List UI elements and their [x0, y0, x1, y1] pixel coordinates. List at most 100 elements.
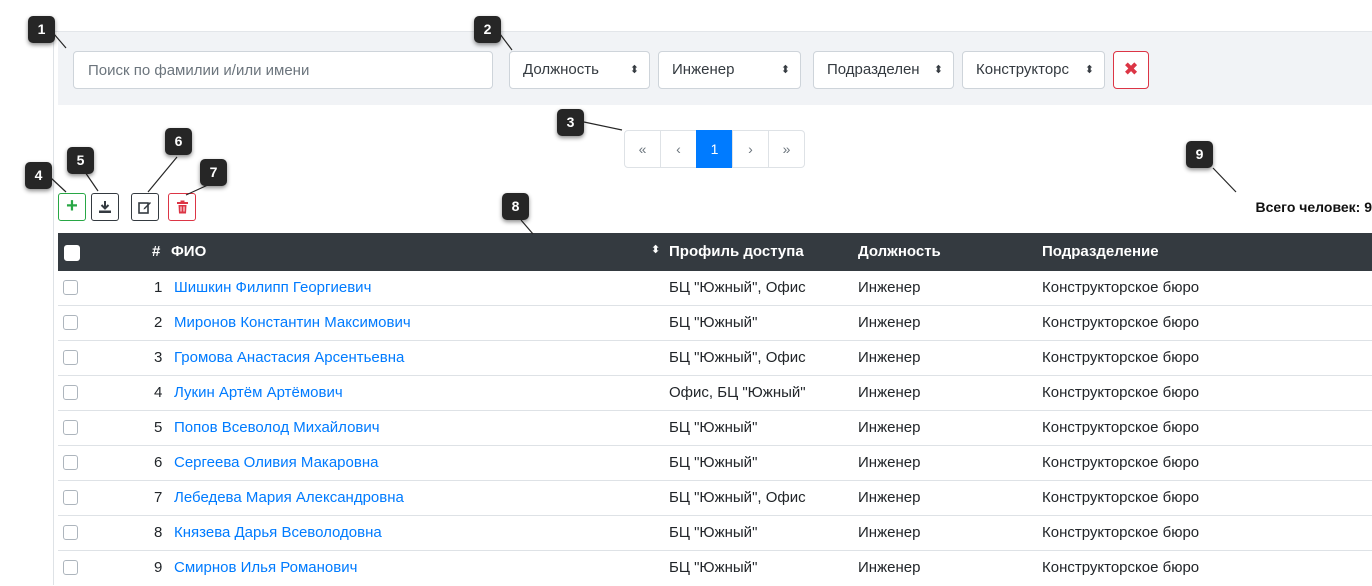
row-checkbox[interactable] [63, 385, 78, 400]
column-num: # [152, 243, 160, 260]
row-checkbox[interactable] [63, 490, 78, 505]
row-num: 8 [154, 524, 162, 541]
row-department: Конструкторское бюро [1042, 559, 1199, 576]
row-num: 4 [154, 384, 162, 401]
row-fio-link[interactable]: Лукин Артём Артёмович [174, 384, 343, 401]
table-row: 6 Сергеева Оливия Макаровна БЦ "Южный" И… [58, 446, 1372, 481]
row-profile: БЦ "Южный" [669, 559, 757, 576]
delete-button[interactable] [168, 193, 196, 221]
search-input[interactable] [73, 51, 493, 89]
left-border [53, 20, 54, 585]
row-department: Конструкторское бюро [1042, 524, 1199, 541]
row-checkbox[interactable] [63, 280, 78, 295]
position-value-label: Инженер [672, 61, 734, 78]
row-fio-link[interactable]: Лебедева Мария Александровна [174, 489, 404, 506]
row-position: Инженер [858, 349, 920, 366]
row-position: Инженер [858, 419, 920, 436]
select-arrow-icon: ⬍ [781, 52, 790, 88]
row-profile: БЦ "Южный", Офис [669, 489, 806, 506]
table-row: 5 Попов Всеволод Михайлович БЦ "Южный" И… [58, 411, 1372, 446]
table-row: 4 Лукин Артём Артёмович Офис, БЦ "Южный"… [58, 376, 1372, 411]
callout-badge: 3 [557, 109, 584, 136]
row-num: 3 [154, 349, 162, 366]
table-header: # ФИО ⬍ Профиль доступа Должность Подраз… [58, 233, 1372, 271]
row-department: Конструкторское бюро [1042, 279, 1199, 296]
department-value-select[interactable]: Конструкторс ⬍ [962, 51, 1105, 89]
callout-badge: 1 [28, 16, 55, 43]
sort-icon[interactable]: ⬍ [651, 243, 660, 256]
total-count: Всего человек: 9 [1256, 199, 1372, 215]
callout-badge: 6 [165, 128, 192, 155]
column-profile: Профиль доступа [669, 243, 804, 260]
row-fio-link[interactable]: Князева Дарья Всеволодовна [174, 524, 382, 541]
row-profile: БЦ "Южный" [669, 524, 757, 541]
edit-button[interactable] [131, 193, 159, 221]
column-department: Подразделение [1042, 243, 1159, 260]
position-filter-select[interactable]: Должность ⬍ [509, 51, 650, 89]
row-checkbox[interactable] [63, 455, 78, 470]
row-num: 9 [154, 559, 162, 576]
plus-icon: + [66, 195, 78, 217]
callout-badge: 7 [200, 159, 227, 186]
row-position: Инженер [858, 279, 920, 296]
row-num: 6 [154, 454, 162, 471]
next-page-button[interactable]: › [732, 130, 769, 168]
row-position: Инженер [858, 559, 920, 576]
table-row: 9 Смирнов Илья Романович БЦ "Южный" Инже… [58, 551, 1372, 586]
row-department: Конструкторское бюро [1042, 489, 1199, 506]
pagination: « ‹ 1 › » [624, 130, 805, 168]
row-num: 7 [154, 489, 162, 506]
clear-filters-button[interactable]: ✖ [1113, 51, 1149, 89]
row-checkbox[interactable] [63, 420, 78, 435]
select-arrow-icon: ⬍ [1085, 52, 1094, 88]
row-num: 5 [154, 419, 162, 436]
row-department: Конструкторское бюро [1042, 454, 1199, 471]
table-row: 2 Миронов Константин Максимович БЦ "Южны… [58, 306, 1372, 341]
row-profile: БЦ "Южный", Офис [669, 349, 806, 366]
row-fio-link[interactable]: Сергеева Оливия Макаровна [174, 454, 378, 471]
row-fio-link[interactable]: Попов Всеволод Михайлович [174, 419, 380, 436]
row-num: 1 [154, 279, 162, 296]
row-profile: БЦ "Южный" [669, 314, 757, 331]
department-filter-select[interactable]: Подразделен ⬍ [813, 51, 954, 89]
position-value-select[interactable]: Инженер ⬍ [658, 51, 801, 89]
column-fio[interactable]: ФИО [171, 243, 206, 260]
row-department: Конструкторское бюро [1042, 384, 1199, 401]
trash-icon [176, 200, 189, 214]
department-value-label: Конструкторс [976, 61, 1069, 78]
first-page-button[interactable]: « [624, 130, 661, 168]
download-button[interactable] [91, 193, 119, 221]
row-fio-link[interactable]: Миронов Константин Максимович [174, 314, 411, 331]
row-checkbox[interactable] [63, 525, 78, 540]
prev-page-button[interactable]: ‹ [660, 130, 697, 168]
row-position: Инженер [858, 384, 920, 401]
column-position: Должность [858, 243, 941, 260]
select-all-checkbox[interactable] [64, 245, 80, 261]
row-checkbox[interactable] [63, 350, 78, 365]
callout-badge: 4 [25, 162, 52, 189]
row-position: Инженер [858, 314, 920, 331]
callout-badge: 8 [502, 193, 529, 220]
last-page-button[interactable]: » [768, 130, 805, 168]
add-user-button[interactable]: + [58, 193, 86, 221]
position-filter-label: Должность [523, 61, 599, 78]
select-arrow-icon: ⬍ [934, 52, 943, 88]
callout-badge: 9 [1186, 141, 1213, 168]
table-row: 3 Громова Анастасия Арсентьевна БЦ "Южны… [58, 341, 1372, 376]
row-num: 2 [154, 314, 162, 331]
department-filter-label: Подразделен [827, 61, 920, 78]
edit-icon [138, 200, 152, 214]
table-row: 1 Шишкин Филипп Георгиевич БЦ "Южный", О… [58, 271, 1372, 306]
row-fio-link[interactable]: Шишкин Филипп Георгиевич [174, 279, 371, 296]
row-department: Конструкторское бюро [1042, 419, 1199, 436]
row-position: Инженер [858, 454, 920, 471]
page-1-button[interactable]: 1 [696, 130, 733, 168]
row-fio-link[interactable]: Громова Анастасия Арсентьевна [174, 349, 404, 366]
callout-badge: 5 [67, 147, 94, 174]
row-checkbox[interactable] [63, 560, 78, 575]
row-checkbox[interactable] [63, 315, 78, 330]
callout-badge: 2 [474, 16, 501, 43]
close-icon: ✖ [1123, 59, 1138, 79]
row-fio-link[interactable]: Смирнов Илья Романович [174, 559, 357, 576]
row-profile: БЦ "Южный", Офис [669, 279, 806, 296]
